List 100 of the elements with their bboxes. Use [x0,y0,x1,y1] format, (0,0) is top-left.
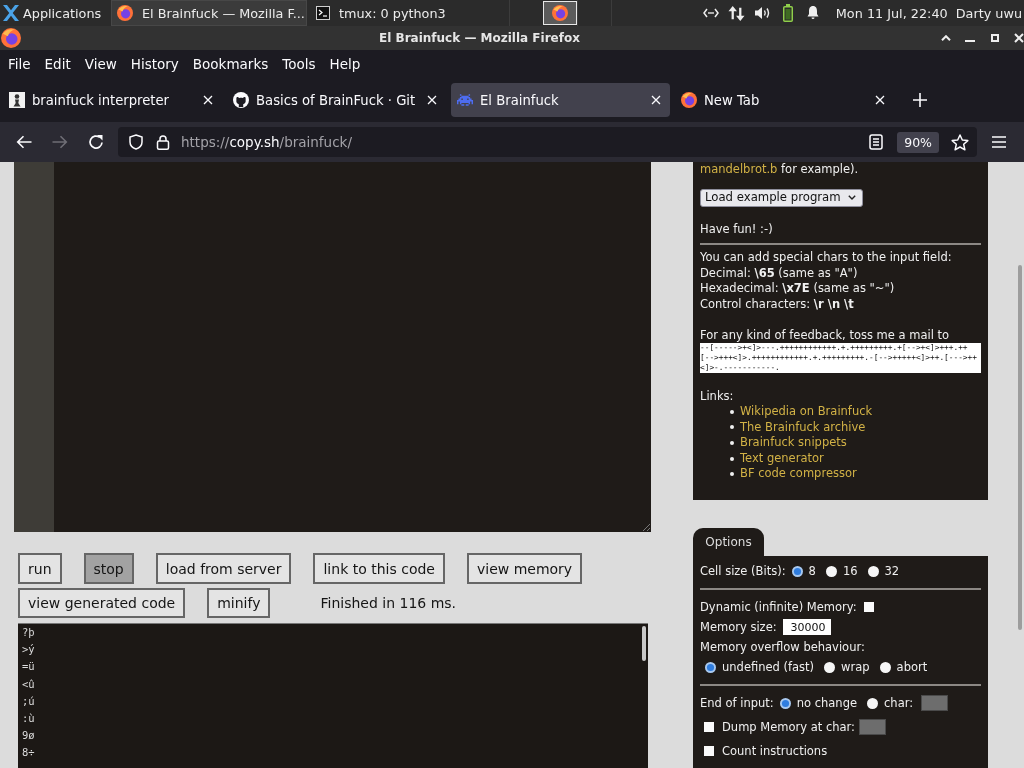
status-text: Finished in 116 ms. [320,595,457,611]
radio-label: 16 [842,564,858,578]
scrollbar-thumb[interactable] [642,626,646,661]
task-button[interactable]: El Brainfuck — Mozilla F... [111,0,307,26]
char-input[interactable] [921,695,949,711]
menu-item[interactable]: Help [322,54,368,74]
radio-button[interactable] [791,565,803,577]
menu-item[interactable]: Edit [37,54,78,74]
feedback-text: For any kind of feedback, toss me a mail to [700,327,951,343]
radio-button[interactable] [705,661,716,673]
closing-text: Have fun! :-) [700,221,774,237]
radio-label: undefined (fast) [722,660,815,674]
back-icon [16,135,32,149]
example-link[interactable]: mandelbrot.b [700,162,778,176]
lock-icon[interactable] [155,134,171,150]
bullet-icon [730,456,734,461]
link[interactable]: The Brainfuck archive [740,419,866,436]
radio-button[interactable] [824,661,836,673]
resize-grip-icon[interactable] [642,523,650,531]
char-input[interactable] [859,719,886,735]
run-button[interactable]: run [18,553,62,584]
cat-logo-icon [233,92,249,108]
browser-tab[interactable]: El Brainfuck [451,83,670,117]
reader-view-icon[interactable] [869,134,884,150]
link-to-code-button[interactable]: link to this code [313,553,445,584]
option-label: Memory size: [700,620,777,634]
memory-size-input[interactable]: 30000 [782,619,831,635]
option-label: Memory overflow behaviour: [700,640,865,654]
checkbox[interactable] [704,746,714,756]
checkbox[interactable] [704,722,714,732]
menu-item[interactable]: Tools [275,54,323,74]
transfer-arrows-icon[interactable] [727,4,745,22]
view-memory-button[interactable]: view memory [466,553,583,584]
link[interactable]: Wikipedia on Brainfuck [740,404,873,420]
terminal-icon [316,6,330,20]
option-label: Dynamic (infinite) Memory: [700,600,857,614]
radio-label: abort [896,660,928,674]
applications-menu-button[interactable]: Applications [0,0,108,26]
scrollbar-thumb[interactable] [1018,265,1022,630]
star-icon[interactable] [951,133,969,151]
output-line: =ü [22,659,35,675]
browser-tab[interactable]: brainfuck interpreter [3,83,222,117]
volume-icon[interactable] [753,5,771,21]
radio-label: wrap [841,660,870,674]
output-line: 8÷ [22,745,35,761]
radio-label: 32 [884,564,900,578]
intro-text: mandelbrot.b for example). [700,162,860,178]
example-program-select[interactable]: Load example program [700,188,863,207]
radio-button[interactable] [867,565,879,577]
radio-label: no change [796,696,858,710]
invader-icon [457,92,473,108]
shield-icon[interactable] [128,134,144,150]
output-line: 9ø [22,728,35,744]
radio-button[interactable] [867,697,879,709]
task-button[interactable]: tmux: 0 python3 [310,0,506,26]
zoom-level-button[interactable]: 90% [897,131,939,153]
maximize-icon[interactable] [991,34,999,42]
bullet-icon [730,409,734,414]
option-label: End of input: [700,696,774,710]
chevron-up-icon[interactable] [941,35,951,41]
menu-item[interactable]: History [123,54,186,74]
network-icon[interactable] [702,8,719,18]
x-logo-icon [3,5,19,21]
battery-icon[interactable] [782,4,793,22]
option-label: Cell size (Bits): [700,564,786,578]
radio-button[interactable] [779,697,791,709]
chevron-down-icon [848,195,856,200]
menu-item[interactable]: View [77,54,124,74]
checkbox[interactable] [863,602,874,612]
menu-item[interactable]: File [1,54,38,74]
bullet-icon [730,472,734,477]
menu-icon [992,136,1006,148]
close-icon[interactable] [1014,33,1024,43]
option-label: Count instructions [722,744,828,758]
output-line: <û [22,676,35,692]
radio-label: 8 [808,564,816,578]
radio-button[interactable] [879,661,891,673]
link[interactable]: BF code compressor [740,466,857,482]
browser-logo-icon [552,5,568,21]
bell-icon[interactable] [806,6,819,20]
load-from-server-button[interactable]: load from server [155,553,292,584]
window-title: El Brainfuck — Mozilla Firefox [378,31,581,45]
link[interactable]: Brainfuck snippets [740,435,847,451]
view-generated-code-button[interactable]: view generated code [18,588,186,618]
links-heading: Links: [700,388,735,404]
address-field[interactable]: https://copy.sh/brainfuck/ 90% [118,127,977,157]
browser-tab[interactable]: Basics of BrainFuck · Git [227,83,446,117]
browser-logo-icon [117,5,133,21]
bullet-icon [730,425,734,430]
output-line: :ù [22,711,35,726]
browser-tab[interactable]: New Tab [675,83,894,117]
radio-button[interactable] [825,565,837,577]
menu-item[interactable]: Bookmarks [185,54,276,74]
options-tab[interactable]: Options [693,528,764,556]
pawn-icon [9,92,25,108]
special-chars-text: You can add special chars to the input field: Decimal: \65 (same as "A") Hexadecimal: \x7E (same as "~") Control characters: \r \n \t [700,250,953,312]
link[interactable]: Text generator [740,450,824,467]
user-name[interactable]: Darty uwu [955,5,1022,21]
clock-text[interactable]: Mon 11 Jul, 22:40 [835,5,948,21]
minify-button[interactable]: minify [207,588,271,618]
